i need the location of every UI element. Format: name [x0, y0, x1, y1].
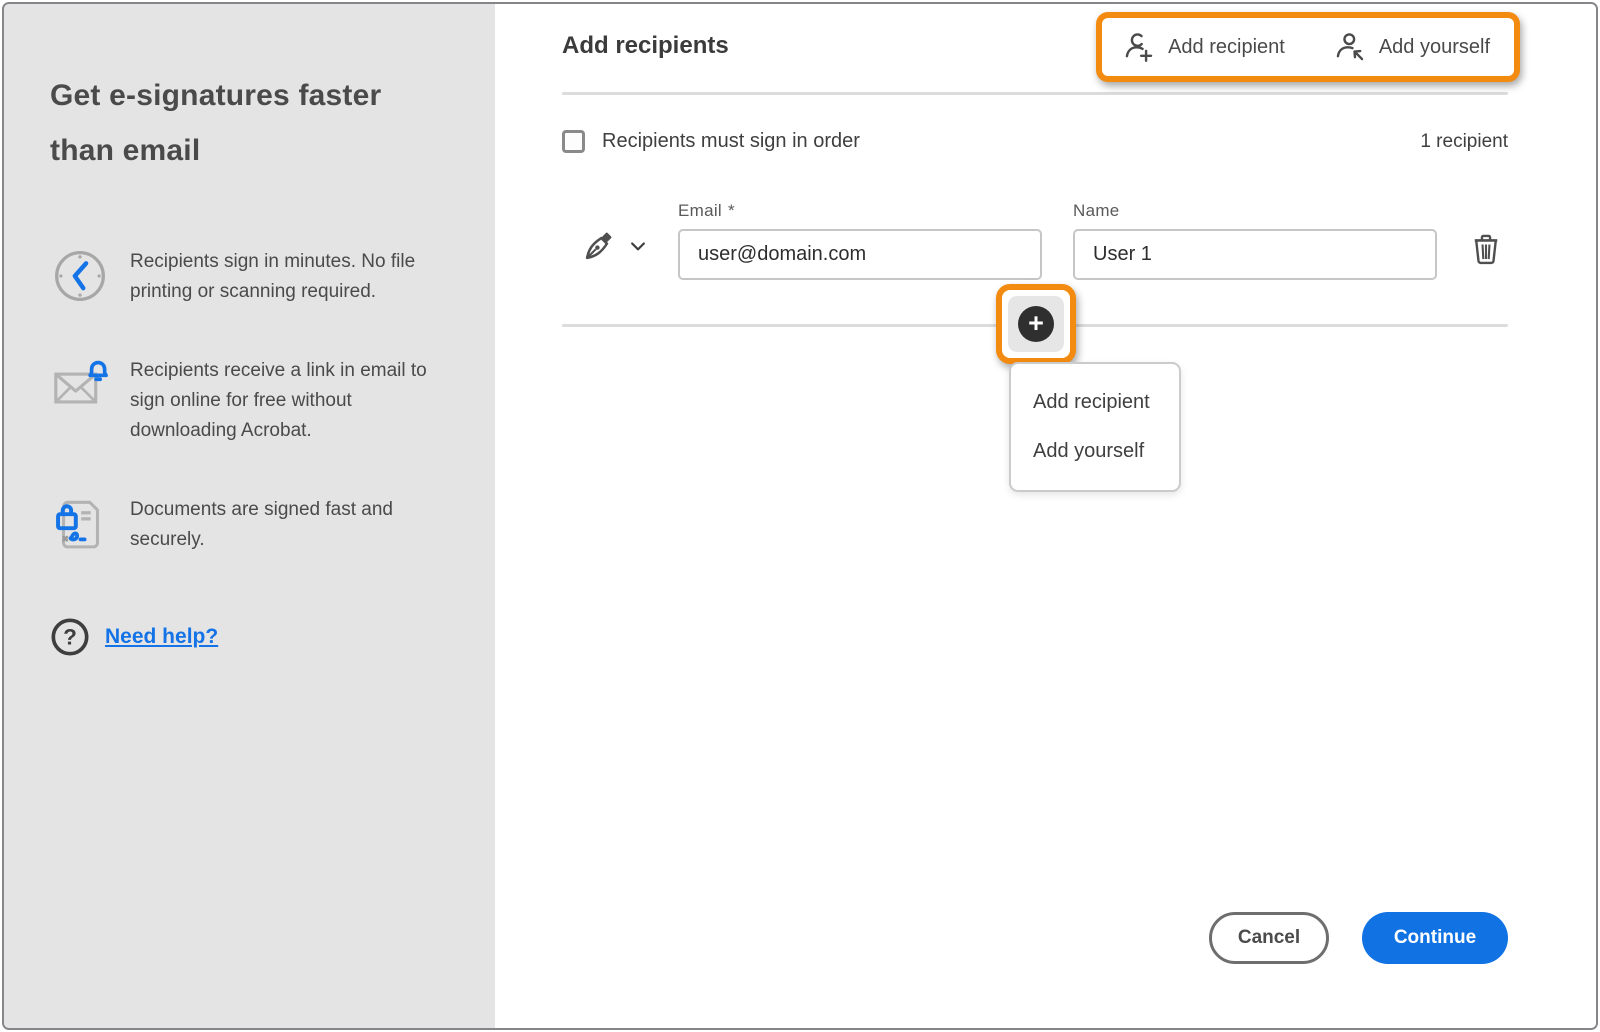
- person-add-icon: [1122, 30, 1156, 64]
- add-menu-popup: Add recipient Add yourself: [1009, 362, 1181, 492]
- header-divider: [562, 92, 1508, 95]
- benefit-text: Recipients sign in minutes. No file prin…: [130, 251, 416, 302]
- name-label: Name: [1073, 201, 1120, 220]
- email-label: Email *: [678, 201, 735, 220]
- recipient-row: Email* Name: [562, 201, 1508, 280]
- name-field-group: Name: [1073, 201, 1437, 280]
- add-yourself-button[interactable]: Add yourself: [1333, 30, 1490, 64]
- name-field[interactable]: [1073, 229, 1437, 280]
- info-sidebar: Get e-signatures faster than email Recip…: [4, 4, 495, 1028]
- svg-text:?: ?: [63, 625, 77, 650]
- question-mark-icon: ?: [50, 617, 90, 657]
- email-notification-icon: [50, 355, 110, 415]
- email-field-group: Email *: [678, 201, 1042, 280]
- recipient-count: 1 recipient: [1420, 130, 1508, 152]
- email-field[interactable]: [678, 229, 1042, 280]
- list-item: Recipients receive a link in email to si…: [50, 355, 437, 446]
- trash-icon: [1468, 234, 1504, 270]
- sign-in-order-checkbox[interactable]: [562, 130, 585, 153]
- cancel-button[interactable]: Cancel: [1209, 912, 1329, 964]
- esign-dialog: Get e-signatures faster than email Recip…: [2, 2, 1598, 1030]
- clock-icon: [50, 246, 110, 306]
- footer-actions: Cancel Continue: [1209, 912, 1508, 964]
- delete-recipient-button[interactable]: [1468, 231, 1504, 270]
- need-help-row: ? Need help?: [50, 617, 437, 657]
- need-help-link[interactable]: Need help?: [105, 625, 218, 649]
- list-item: Recipients sign in minutes. No file prin…: [50, 246, 437, 307]
- add-recipient-zone: + Add recipient Add yourself: [562, 284, 1508, 492]
- required-asterisk: *: [728, 201, 735, 220]
- benefit-list: Recipients sign in minutes. No file prin…: [50, 246, 437, 555]
- plus-icon: +: [1018, 306, 1054, 342]
- add-recipient-button[interactable]: Add recipient: [1122, 30, 1285, 64]
- sidebar-heading: Get e-signatures faster than email: [50, 79, 382, 167]
- secure-document-icon: [50, 494, 110, 554]
- chevron-down-icon: [628, 236, 648, 259]
- add-recipient-label: Add recipient: [1168, 35, 1285, 58]
- benefit-text: Documents are signed fast and securely.: [130, 499, 393, 550]
- add-recipient-plus-button[interactable]: +: [1008, 296, 1064, 352]
- list-item: Documents are signed fast and securely.: [50, 494, 437, 555]
- add-yourself-label: Add yourself: [1378, 35, 1490, 58]
- continue-button[interactable]: Continue: [1362, 912, 1508, 964]
- sign-order-row: Recipients must sign in order 1 recipien…: [562, 130, 1508, 153]
- toolbar-highlight-annotation: Add recipient Add yourself: [1096, 12, 1520, 82]
- menu-item-add-yourself[interactable]: Add yourself: [1011, 427, 1179, 476]
- benefit-text: Recipients receive a link in email to si…: [130, 360, 427, 441]
- recipient-role-dropdown[interactable]: [580, 227, 648, 268]
- add-recipients-panel: Add recipients Add recipient Add yoursel…: [495, 4, 1596, 1028]
- person-self-icon: [1333, 30, 1367, 64]
- menu-item-add-recipient[interactable]: Add recipient: [1011, 378, 1179, 427]
- plus-highlight-annotation: +: [996, 284, 1076, 364]
- sign-in-order-label: Recipients must sign in order: [602, 130, 860, 152]
- pen-nib-icon: [580, 227, 618, 268]
